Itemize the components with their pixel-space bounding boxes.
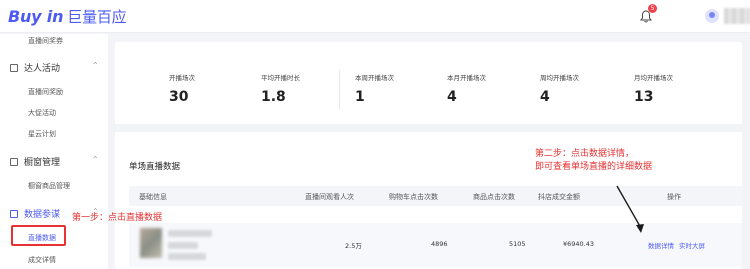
cell-product-clicks: 5105 bbox=[509, 240, 526, 248]
section-title: 单场直播数据 bbox=[129, 162, 181, 172]
sidebar-group-label: 达人活动 bbox=[24, 64, 61, 74]
username-blurred[interactable] bbox=[724, 8, 750, 24]
sidebar-group-data[interactable]: 数据参谋 bbox=[10, 207, 60, 220]
column-header[interactable]: 商品点击次数 bbox=[473, 192, 515, 202]
stat-label: 本周开播场次 bbox=[355, 74, 394, 82]
sidebar-group-label: 橱窗管理 bbox=[24, 158, 61, 168]
sidebar-group-talent[interactable]: 达人活动 bbox=[10, 61, 60, 74]
chevron-up-icon[interactable]: ⌃ bbox=[92, 61, 99, 70]
stat-value: 1 bbox=[355, 89, 365, 105]
column-header: 基础信息 bbox=[139, 193, 167, 201]
column-header[interactable]: 购物车点击次数 bbox=[389, 192, 438, 202]
blurred-title bbox=[168, 230, 212, 237]
sidebar-item-coupon[interactable]: 直播间奖券 bbox=[28, 36, 63, 46]
window-icon bbox=[10, 157, 18, 166]
chevron-up-icon[interactable]: ⌃ bbox=[92, 155, 99, 164]
stat-label: 本月开播场次 bbox=[447, 74, 486, 82]
blurred-time bbox=[168, 253, 206, 260]
stats-card bbox=[115, 42, 742, 124]
top-bar: Buy in 巨量百应 5 bbox=[0, 0, 750, 33]
live-thumbnail[interactable] bbox=[140, 228, 162, 258]
cell-gmv: ¥6940.43 bbox=[563, 240, 595, 248]
annotation-step1: 第一步：点击直播数据 bbox=[72, 213, 163, 223]
cell-cart-clicks: 4896 bbox=[431, 240, 448, 248]
avatar[interactable] bbox=[705, 9, 719, 23]
cell-viewers: 2.5万 bbox=[345, 242, 362, 250]
column-header[interactable]: 抖店成交金额 bbox=[538, 192, 580, 202]
stat-value: 1.8 bbox=[261, 89, 286, 105]
stat-value: 4 bbox=[540, 89, 550, 105]
notification-badge: 5 bbox=[648, 4, 657, 13]
logo-text: Buy in bbox=[8, 7, 64, 26]
sidebar-item-window-goods[interactable]: 橱窗商品管理 bbox=[28, 181, 70, 191]
annotation-step2-line2: 即可查看单场直播的详细数据 bbox=[535, 162, 653, 172]
activity-icon bbox=[10, 63, 18, 72]
column-header: 操作 bbox=[667, 193, 681, 201]
data-detail-link[interactable]: 数据详情 bbox=[648, 240, 674, 250]
sidebar-item-promo[interactable]: 大促活动 bbox=[28, 108, 56, 118]
stat-label: 周均开播场次 bbox=[540, 74, 579, 82]
realtime-screen-link[interactable]: 实时大屏 bbox=[679, 240, 705, 250]
stat-value: 30 bbox=[169, 89, 189, 105]
column-header[interactable]: 直播间观看人次 bbox=[305, 192, 354, 202]
stat-label: 平均开播时长 bbox=[261, 74, 300, 82]
sidebar-item-nebula[interactable]: 星云计划 bbox=[28, 129, 56, 139]
stat-label: 月均开播场次 bbox=[634, 74, 673, 82]
blurred-subtitle bbox=[168, 242, 198, 249]
logo-cn-text: 巨量百应 bbox=[67, 8, 127, 26]
sidebar-item-reward[interactable]: 直播间奖励 bbox=[28, 87, 63, 97]
stat-value: 13 bbox=[634, 89, 654, 105]
logo[interactable]: Buy in 巨量百应 bbox=[8, 6, 127, 27]
sidebar-item-deal-detail[interactable]: 成交详情 bbox=[28, 255, 56, 265]
data-icon bbox=[10, 209, 18, 218]
stat-label: 开播场次 bbox=[169, 74, 195, 82]
annotation-step2-line1: 第二步：点击数据详情， bbox=[535, 149, 635, 159]
highlight-box-live-data bbox=[11, 225, 66, 246]
divider bbox=[339, 70, 340, 110]
stat-value: 4 bbox=[447, 89, 457, 105]
sidebar-group-window[interactable]: 橱窗管理 bbox=[10, 155, 60, 168]
sidebar-group-label: 数据参谋 bbox=[24, 210, 61, 220]
